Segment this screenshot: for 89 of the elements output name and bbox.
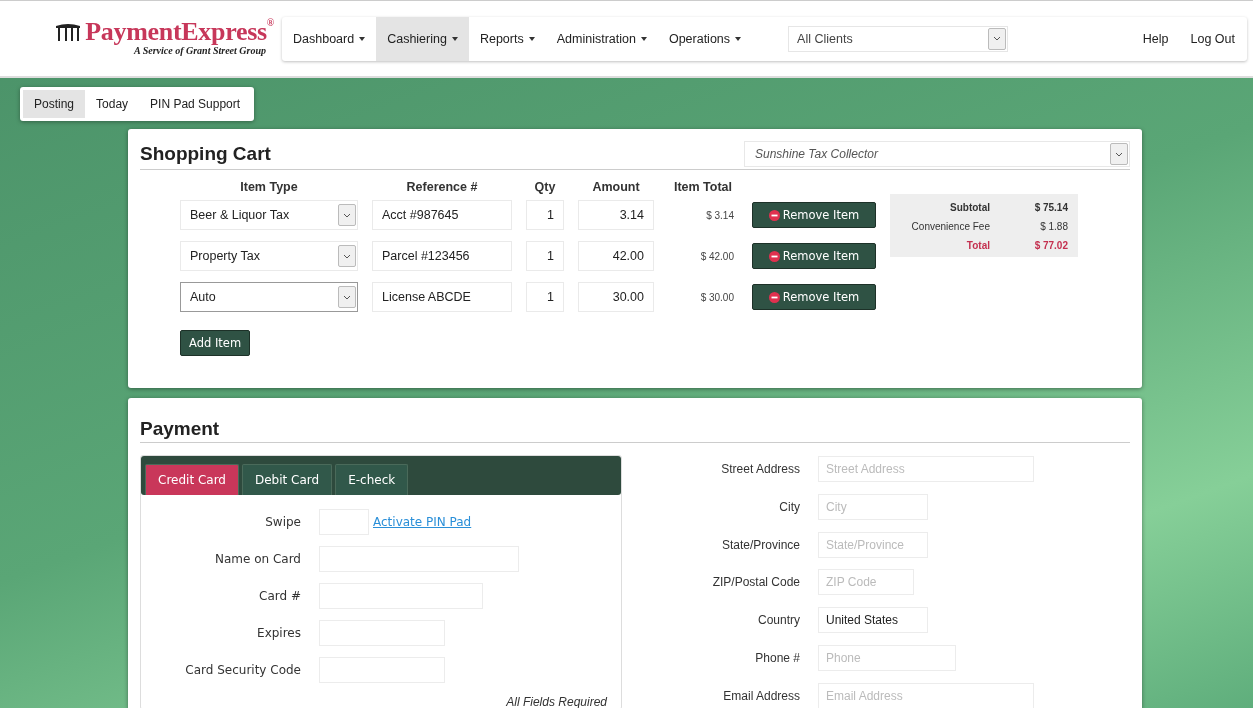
collector-select[interactable]: Sunshine Tax Collector (744, 141, 1130, 167)
item-total: $ 42.00 (699, 250, 735, 262)
dropdown-button[interactable] (338, 286, 356, 308)
input-field[interactable]: State/Province (818, 531, 928, 558)
dropdown-button[interactable] (1110, 143, 1128, 165)
caret-icon (735, 36, 742, 41)
input-field[interactable]: Street Address (818, 455, 1034, 482)
field-label: Email Address (722, 689, 800, 704)
caret-icon (359, 36, 366, 41)
field-label: Name on Card (213, 552, 301, 566)
chevron-down-icon (1115, 151, 1123, 157)
input-field[interactable]: ZIP Code (818, 569, 914, 596)
input-field[interactable]: United States (818, 607, 928, 634)
nav-menu-item[interactable]: Cashiering (376, 16, 469, 61)
chevron-down-icon (343, 212, 351, 218)
subnav-tab[interactable]: PIN Pad Support (139, 90, 252, 118)
column-header: Item Total (672, 180, 734, 194)
header-link[interactable]: Log Out (1190, 31, 1235, 46)
minus-icon (768, 209, 780, 221)
dropdown-button[interactable] (338, 245, 356, 267)
column-header: Qty (533, 180, 557, 194)
nav-menu-item[interactable]: Administration (545, 16, 658, 61)
amount-field[interactable]: 42.00 (578, 241, 654, 271)
reference-field[interactable]: Parcel #123456 (372, 241, 512, 271)
subnav-tab[interactable]: Posting (23, 90, 86, 118)
item-type-select[interactable]: Property Tax (180, 241, 358, 271)
item-total: $ 30.00 (699, 291, 735, 303)
summary-label: Subtotal (949, 202, 990, 213)
column-header: Amount (591, 180, 641, 194)
section-title: Shopping Cart (140, 143, 271, 165)
qty-field[interactable]: 1 (526, 200, 564, 230)
section-title: Payment (140, 418, 220, 440)
qty-field[interactable]: 1 (526, 241, 564, 271)
field-label: Card Security Code (184, 663, 301, 677)
nav-menu-item[interactable]: Operations (657, 16, 753, 61)
amount-field[interactable]: 3.14 (578, 200, 654, 230)
summary-label: Convenience Fee (910, 221, 990, 232)
client-select[interactable]: All Clients (788, 25, 1009, 52)
required-note: All Fields Required (505, 694, 608, 708)
caret-icon (528, 36, 535, 41)
caret-icon (451, 36, 458, 41)
field-label: Country (756, 613, 800, 628)
remove-item-button[interactable]: Remove Item (752, 243, 876, 269)
remove-item-button[interactable]: Remove Item (752, 284, 876, 310)
minus-icon (768, 250, 780, 262)
field-label: Card # (258, 589, 301, 603)
add-item-button[interactable]: Add Item (180, 330, 251, 356)
activate-pin-pad-link[interactable]: Activate PIN Pad (373, 515, 472, 529)
caret-icon (640, 36, 647, 41)
input-field[interactable]: Email Address (818, 683, 1034, 708)
reference-field[interactable]: License ABCDE (372, 282, 512, 312)
remove-item-button[interactable]: Remove Item (752, 202, 876, 228)
field-label: Swipe (264, 515, 301, 529)
dropdown-button[interactable] (338, 204, 356, 226)
qty-field[interactable]: 1 (526, 282, 564, 312)
column-header: Item Type (239, 180, 299, 194)
payment-tab[interactable]: Debit Card (242, 464, 333, 495)
summary-value: $ 75.14 (1033, 202, 1068, 213)
chevron-down-icon (343, 253, 351, 259)
field-label: Street Address (720, 461, 800, 476)
logo-icon (55, 23, 82, 41)
summary-label: Total (965, 240, 990, 251)
chevron-down-icon (343, 294, 351, 300)
payment-tab[interactable]: Credit Card (145, 464, 239, 495)
dropdown-button[interactable] (988, 27, 1007, 50)
column-header: Reference # (405, 180, 479, 194)
summary-value: $ 77.02 (1033, 240, 1068, 251)
field-label: State/Province (720, 537, 800, 552)
chevron-down-icon (993, 36, 1002, 41)
subnav-tab[interactable]: Today (85, 90, 140, 118)
summary-value: $ 1.88 (1039, 221, 1068, 232)
logo-name: PaymentExpress$^{®}$ (85, 17, 274, 47)
payment-tab[interactable]: E-check (335, 464, 409, 495)
nav-menu-item[interactable]: Dashboard (282, 16, 377, 61)
field-label: City (778, 499, 800, 514)
item-type-select[interactable]: Auto (180, 282, 358, 312)
field-label: ZIP/Postal Code (711, 575, 800, 590)
nav-menu-item[interactable]: Reports (468, 16, 546, 61)
field-label: Expires (256, 626, 301, 640)
field-label: Phone # (754, 651, 800, 666)
item-total: $ 3.14 (705, 209, 735, 221)
input-field[interactable]: Phone (818, 645, 956, 672)
amount-field[interactable]: 30.00 (578, 282, 654, 312)
input-field[interactable]: City (818, 493, 928, 520)
minus-icon (768, 291, 780, 303)
header-link[interactable]: Help (1142, 31, 1169, 46)
item-type-select[interactable]: Beer & Liquor Tax (180, 200, 358, 230)
reference-field[interactable]: Acct #987645 (372, 200, 512, 230)
logo-tagline: A Service of Grant Street Group (134, 45, 266, 56)
